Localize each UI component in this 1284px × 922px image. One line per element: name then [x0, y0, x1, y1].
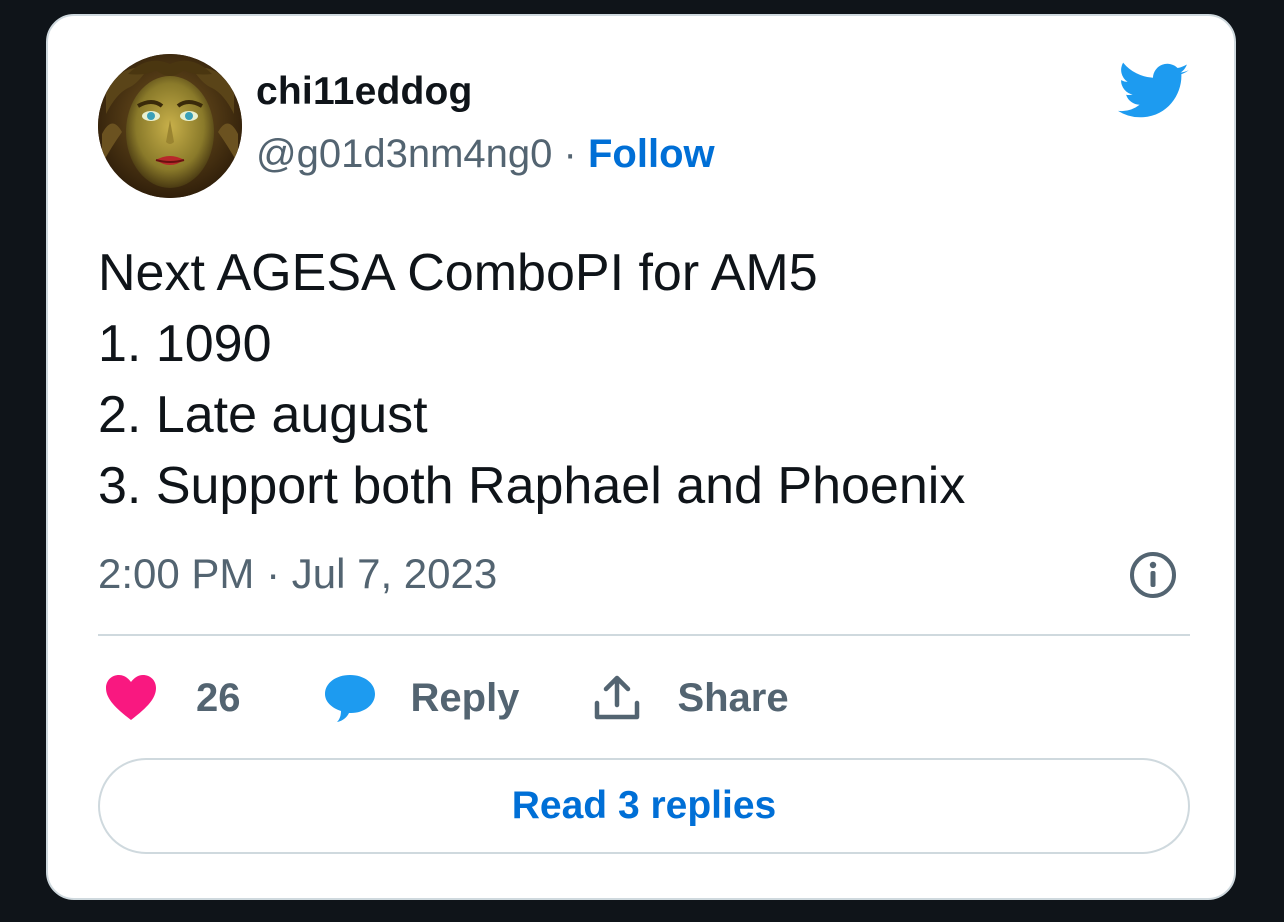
tweet-line: 2. Late august — [98, 386, 428, 444]
share-upload-icon — [595, 675, 640, 720]
reply-label: Reply — [410, 675, 520, 720]
tweet-timestamp[interactable]: 2:00 PM · Jul 7, 2023 — [98, 550, 497, 598]
twitter-bird-icon[interactable] — [1118, 60, 1190, 120]
tweet-embed-card: chi11eddog @g01d3nm4ng0 · Follow Next AG… — [46, 14, 1236, 900]
read-replies-button[interactable]: Read 3 replies — [98, 758, 1190, 854]
tweet-line: 1. 1090 — [98, 315, 272, 373]
divider — [98, 634, 1190, 636]
like-button[interactable]: 26 — [104, 674, 241, 722]
tweet-line: 3. Support both Raphael and Phoenix — [98, 457, 966, 515]
share-button[interactable]: Share — [591, 673, 789, 723]
handle-separator: · — [563, 132, 577, 176]
tweet-line: Next AGESA ComboPI for AM5 — [98, 244, 818, 302]
author-handle-row: @g01d3nm4ng0 · Follow — [256, 132, 715, 177]
heart-icon — [106, 675, 156, 720]
reply-button[interactable]: Reply — [323, 673, 520, 723]
avatar-image — [98, 54, 242, 198]
info-icon[interactable] — [1128, 550, 1178, 600]
follow-link[interactable]: Follow — [588, 132, 715, 176]
like-count: 26 — [196, 675, 241, 720]
share-label: Share — [677, 675, 789, 720]
action-bar: 26 Reply Share — [104, 668, 789, 728]
tweet-text: Next AGESA ComboPI for AM5 1. 1090 2. La… — [98, 238, 965, 522]
speech-bubble-icon — [324, 675, 375, 722]
author-handle[interactable]: @g01d3nm4ng0 — [256, 132, 552, 176]
avatar[interactable] — [98, 54, 242, 198]
author-display-name[interactable]: chi11eddog — [256, 70, 473, 114]
